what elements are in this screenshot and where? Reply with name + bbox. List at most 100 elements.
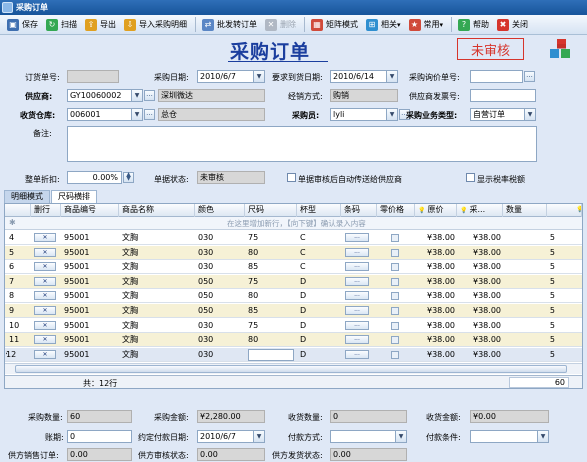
grid-column-header[interactable]: 商品名称 xyxy=(119,204,195,217)
supplier-invoice-field[interactable] xyxy=(470,89,536,102)
table-row[interactable]: ›12✕95001文胸03085D...¥38.00¥38.005 xyxy=(5,347,582,362)
save-button[interactable]: ▣ 保存 xyxy=(4,16,41,33)
warehouse-picker-button[interactable]: ... xyxy=(144,109,155,120)
chevron-down-icon[interactable]: ▼ xyxy=(386,71,397,82)
delete-button[interactable]: ✕ 删除 xyxy=(262,16,299,33)
cup-cell[interactable]: C xyxy=(300,246,340,259)
table-row[interactable]: 11 ✕ 95001 文胸 030 80 D... ¥38.00 ¥38.00 5 xyxy=(5,333,582,348)
zero-price-checkbox[interactable] xyxy=(391,350,399,359)
cup-cell[interactable]: C xyxy=(300,260,340,273)
size-cell[interactable]: 80 xyxy=(248,333,296,346)
cup-cell[interactable]: D xyxy=(300,333,340,346)
tab-size-horizontal[interactable]: 尺码横排 xyxy=(51,190,97,203)
quote-no-field[interactable] xyxy=(470,70,523,83)
color-cell[interactable]: 030 xyxy=(198,319,244,332)
remark-textarea[interactable] xyxy=(67,126,537,162)
cup-cell[interactable]: D xyxy=(300,304,340,317)
grid-column-header[interactable]: 商品编号 xyxy=(61,204,119,217)
grid-hscrollbar[interactable] xyxy=(5,363,582,374)
color-cell[interactable]: 050 xyxy=(198,304,244,317)
size-cell[interactable]: 75 xyxy=(248,319,296,332)
pay-terms-select[interactable]: ▼ xyxy=(470,430,549,443)
required-date-field[interactable]: 2010/6/14 ▼ xyxy=(330,70,398,83)
buyer-field[interactable]: lyli ▼ xyxy=(330,108,398,121)
biz-type-select[interactable]: 自营订单 ▼ xyxy=(470,108,536,121)
refresh-button[interactable]: ↻ 扫描 xyxy=(43,16,80,33)
product-name-cell[interactable]: 文胸 xyxy=(122,333,192,346)
tab-detail-mode[interactable]: 明细模式 xyxy=(4,190,50,203)
export-button[interactable]: ⇪ 导出 xyxy=(82,16,119,33)
cup-cell[interactable]: C xyxy=(300,231,340,244)
color-cell[interactable]: 030 xyxy=(198,348,244,361)
zero-price-checkbox[interactable] xyxy=(391,307,399,315)
product-code-cell[interactable]: 95001 xyxy=(64,348,118,361)
chevron-down-icon[interactable]: ▼ xyxy=(131,109,142,120)
zero-price-checkbox[interactable] xyxy=(391,277,399,286)
quantity-cell[interactable]: 5 xyxy=(503,275,555,288)
product-code-cell[interactable]: 95001 xyxy=(64,246,118,259)
product-name-cell[interactable]: 文胸 xyxy=(122,260,192,273)
delete-row-button[interactable]: ✕ xyxy=(34,233,56,242)
product-name-cell[interactable]: 文胸 xyxy=(122,348,192,361)
barcode-picker-button[interactable]: ... xyxy=(345,349,369,359)
grid-column-header[interactable]: 零价格 xyxy=(377,204,415,217)
product-code-cell[interactable]: 95001 xyxy=(64,231,118,244)
chevron-down-icon[interactable]: ▼ xyxy=(524,109,535,120)
quantity-cell[interactable]: 5 xyxy=(503,348,555,361)
product-code-cell[interactable]: 95001 xyxy=(64,289,118,302)
help-button[interactable]: ? 帮助 xyxy=(455,16,492,33)
table-row[interactable]: 4 ✕ 95001 文胸 030 75 C... ¥38.00 ¥38.00 5 xyxy=(5,231,582,245)
size-edit-box[interactable] xyxy=(248,348,294,361)
product-name-cell[interactable]: 文胸 xyxy=(122,231,192,244)
scroll-thumb[interactable] xyxy=(15,365,567,373)
quote-no-picker-button[interactable]: ... xyxy=(524,71,535,82)
size-cell[interactable]: 75 xyxy=(248,231,296,244)
zero-price-checkbox[interactable] xyxy=(391,292,399,301)
table-row[interactable]: 9 ✕ 95001 文胸 050 85 D... ¥38.00 ¥38.00 5 xyxy=(5,304,582,318)
barcode-picker-button[interactable]: ... xyxy=(345,276,369,286)
chevron-down-icon[interactable]: ▼ xyxy=(253,431,264,442)
convert-button[interactable]: ⇄ 批发转订单 xyxy=(199,16,260,33)
purchase-date-field[interactable]: 2010/6/7 ▼ xyxy=(197,70,265,83)
matrix-button[interactable]: ▦ 矩阵模式 xyxy=(308,16,361,33)
table-row[interactable]: 10 ✕ 95001 文胸 030 75 D... ¥38.00 ¥38.00 5 xyxy=(5,318,582,333)
barcode-picker-button[interactable]: ... xyxy=(345,335,369,345)
chevron-down-icon[interactable]: ▼ xyxy=(395,431,406,442)
quantity-cell[interactable]: 5 xyxy=(503,319,555,332)
cup-cell[interactable]: D xyxy=(300,275,340,288)
cup-cell[interactable]: D xyxy=(300,319,340,332)
grid-column-header[interactable]: 杯型 xyxy=(297,204,341,217)
chevron-down-icon[interactable]: ▼ xyxy=(386,109,397,120)
supplier-code-field[interactable]: GY10060002 ▼ xyxy=(67,89,143,102)
grid-column-header[interactable]: 删行 xyxy=(31,204,61,217)
close-button[interactable]: ✖ 关闭 xyxy=(494,16,531,33)
size-cell[interactable]: 75 xyxy=(248,275,296,288)
color-cell[interactable]: 050 xyxy=(198,275,244,288)
grid-column-header[interactable]: 💡 采... xyxy=(457,204,503,217)
delete-row-button[interactable]: ✕ xyxy=(34,276,56,286)
grid-column-header[interactable]: 颜色 xyxy=(195,204,245,217)
show-tax-checkbox[interactable] xyxy=(466,173,475,182)
barcode-picker-button[interactable]: ... xyxy=(345,262,369,272)
product-name-cell[interactable]: 文胸 xyxy=(122,246,192,259)
product-code-cell[interactable]: 95001 xyxy=(64,275,118,288)
barcode-picker-button[interactable]: ... xyxy=(345,306,369,315)
auto-send-checkbox[interactable] xyxy=(287,173,296,182)
supplier-picker-button[interactable]: ... xyxy=(144,90,155,101)
table-row[interactable]: 6 ✕ 95001 文胸 030 85 C... ¥38.00 ¥38.00 5 xyxy=(5,260,582,275)
zero-price-checkbox[interactable] xyxy=(391,234,399,242)
chevron-down-icon[interactable]: ▼ xyxy=(131,90,142,101)
cup-cell[interactable]: D xyxy=(300,348,340,361)
chevron-down-icon[interactable]: ▼ xyxy=(537,431,548,442)
pay-date-field[interactable]: 2010/6/7 ▼ xyxy=(197,430,265,443)
zero-price-checkbox[interactable] xyxy=(391,336,399,345)
pay-mode-select[interactable]: ▼ xyxy=(330,430,407,443)
product-code-cell[interactable]: 95001 xyxy=(64,333,118,346)
color-cell[interactable]: 030 xyxy=(198,333,244,346)
quantity-cell[interactable]: 5 xyxy=(503,260,555,273)
warehouse-code-field[interactable]: 006001 ▼ xyxy=(67,108,143,121)
color-cell[interactable]: 050 xyxy=(198,289,244,302)
table-row[interactable]: 5 ✕ 95001 文胸 030 80 C... ¥38.00 ¥38.00 5 xyxy=(5,245,582,260)
barcode-picker-button[interactable]: ... xyxy=(345,291,369,301)
barcode-picker-button[interactable]: ... xyxy=(345,233,369,242)
